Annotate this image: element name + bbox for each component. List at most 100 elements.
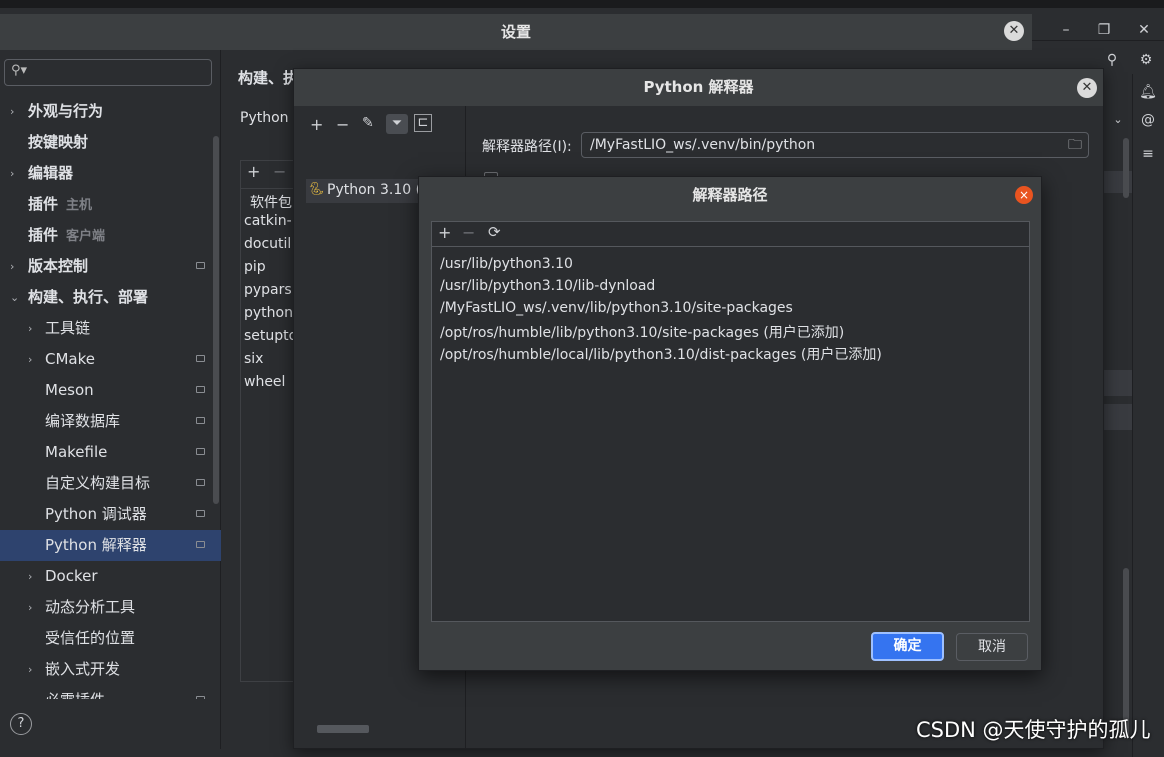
- path-list-item[interactable]: /MyFastLIO_ws/.venv/lib/python3.10/site-…: [440, 300, 793, 316]
- path-list-item[interactable]: /opt/ros/humble/local/lib/python3.10/dis…: [440, 344, 882, 364]
- sidebar-item[interactable]: › 嵌入式开发: [0, 654, 221, 685]
- remove-package-icon[interactable]: −: [273, 162, 286, 181]
- sidebar-item[interactable]: 插件 客户端: [0, 220, 221, 251]
- sidebar-item-label: 自定义构建目标: [45, 474, 151, 492]
- settings-search-input[interactable]: ⚲▾: [4, 59, 212, 86]
- chevron-right-icon[interactable]: ›: [28, 654, 32, 685]
- interpreter-close-icon[interactable]: ✕: [1077, 78, 1097, 98]
- sidebar-item[interactable]: › CMake: [0, 344, 221, 375]
- edit-icon[interactable]: ✎: [362, 115, 374, 131]
- sidebar-item[interactable]: › Docker: [0, 561, 221, 592]
- path-list-item[interactable]: /opt/ros/humble/lib/python3.10/site-pack…: [440, 322, 844, 342]
- window-close-icon[interactable]: ✕: [1132, 18, 1156, 42]
- sidebar-item-sublabel: 主机: [66, 198, 93, 213]
- database-icon[interactable]: ≡: [1136, 142, 1160, 166]
- package-row[interactable]: pyparsi: [244, 282, 294, 298]
- sidebar-item-label: 版本控制: [28, 257, 89, 275]
- refresh-icon[interactable]: ⟳: [488, 223, 501, 241]
- package-column-header: 软件包: [250, 195, 292, 211]
- package-row[interactable]: wheel: [244, 374, 294, 390]
- sidebar-item-label: Python 解释器: [45, 536, 147, 554]
- interpreter-dialog-title: Python 解释器: [294, 69, 1103, 106]
- chevron-right-icon[interactable]: ›: [28, 313, 32, 344]
- sidebar-item-label: 按键映射: [28, 133, 89, 151]
- maximize-icon[interactable]: ❐: [1092, 18, 1116, 42]
- sidebar-item[interactable]: 自定义构建目标: [0, 468, 221, 499]
- sidebar-item[interactable]: › 编辑器: [0, 158, 221, 189]
- sidebar-item[interactable]: 必需插件: [0, 685, 221, 699]
- sidebar-item-sublabel: 客户端: [66, 229, 106, 244]
- package-row[interactable]: six: [244, 351, 294, 367]
- tree-view-icon[interactable]: ⊏: [414, 114, 432, 132]
- ai-assistant-icon[interactable]: @: [1136, 108, 1160, 132]
- horizontal-scrollbar[interactable]: [317, 725, 369, 733]
- chevron-down-icon[interactable]: ⌄: [1106, 108, 1130, 132]
- sidebar-item[interactable]: Meson: [0, 375, 221, 406]
- sidebar-item-label: Makefile: [45, 443, 108, 461]
- project-level-icon: [196, 355, 205, 362]
- settings-close-icon[interactable]: ✕: [1004, 21, 1024, 41]
- sidebar-scrollbar[interactable]: [213, 136, 219, 504]
- project-level-icon: [196, 479, 205, 486]
- package-row[interactable]: pip: [244, 259, 294, 275]
- sidebar-item-label: Meson: [45, 381, 94, 399]
- project-level-icon: [196, 386, 205, 393]
- paths-toolbar: + − ⟳: [432, 222, 1029, 247]
- minimize-icon[interactable]: –: [1054, 18, 1078, 42]
- remove-path-icon[interactable]: −: [462, 223, 475, 242]
- sidebar-item[interactable]: › 工具链: [0, 313, 221, 344]
- python-icon: 🐍︎: [308, 182, 325, 197]
- sidebar-item-label: 编辑器: [28, 164, 74, 182]
- filter-icon[interactable]: ⏷: [386, 114, 408, 134]
- settings-title: 设置: [0, 14, 1032, 50]
- notifications-icon[interactable]: 🔔︎: [1136, 80, 1160, 104]
- sidebar-item-label: Python 调试器: [45, 505, 147, 523]
- help-icon[interactable]: ?: [10, 713, 32, 735]
- sidebar-item-label: CMake: [45, 350, 95, 368]
- sidebar-item[interactable]: Makefile: [0, 437, 221, 468]
- sidebar-item-label: 构建、执行、部署: [28, 288, 149, 306]
- package-row[interactable]: setupto: [244, 328, 294, 344]
- sidebar-item[interactable]: 按键映射: [0, 127, 221, 158]
- sidebar-item[interactable]: › 版本控制: [0, 251, 221, 282]
- paths-dialog-title: 解释器路径: [692, 186, 768, 204]
- folder-icon[interactable]: 🗀︎: [1068, 133, 1082, 157]
- sidebar-item-label: 工具链: [45, 319, 91, 337]
- chevron-right-icon[interactable]: ›: [28, 592, 32, 623]
- chevron-right-icon[interactable]: ›: [10, 251, 14, 282]
- add-interpreter-icon[interactable]: +: [310, 115, 323, 134]
- sidebar-item[interactable]: › 外观与行为: [0, 96, 221, 127]
- project-level-icon: [196, 262, 205, 269]
- sidebar-item[interactable]: Python 调试器: [0, 499, 221, 530]
- paths-cancel-button[interactable]: 取消: [956, 633, 1028, 661]
- paths-ok-button[interactable]: 确定: [871, 632, 944, 661]
- sidebar-item[interactable]: 受信任的位置: [0, 623, 221, 654]
- gear-icon[interactable]: ⚙: [1134, 48, 1158, 72]
- watermark: CSDN @天使守护的孤儿: [916, 718, 1151, 742]
- sidebar-item[interactable]: 插件 主机: [0, 189, 221, 220]
- add-path-icon[interactable]: +: [438, 223, 451, 242]
- package-row[interactable]: python: [244, 305, 294, 321]
- sidebar-item[interactable]: › 动态分析工具: [0, 592, 221, 623]
- sidebar-item[interactable]: 编译数据库: [0, 406, 221, 437]
- sidebar-item[interactable]: ⌄ 构建、执行、部署: [0, 282, 221, 313]
- interpreter-path-field[interactable]: /MyFastLIO_ws/.venv/bin/python 🗀︎: [581, 132, 1089, 158]
- path-list-item[interactable]: /usr/lib/python3.10/lib-dynload: [440, 278, 655, 294]
- chevron-right-icon[interactable]: ›: [28, 561, 32, 592]
- chevron-right-icon[interactable]: ›: [28, 344, 32, 375]
- add-package-icon[interactable]: +: [247, 162, 260, 181]
- breadcrumb: 构建、执: [238, 69, 299, 87]
- paths-close-icon[interactable]: ×: [1015, 186, 1033, 204]
- interpreter-path-value: /MyFastLIO_ws/.venv/bin/python: [590, 137, 816, 153]
- package-row[interactable]: catkin-p: [244, 213, 294, 229]
- chevron-right-icon[interactable]: ›: [10, 158, 14, 189]
- remove-interpreter-icon[interactable]: −: [336, 115, 349, 134]
- sidebar-item-label: 嵌入式开发: [45, 660, 121, 678]
- chevron-down-icon[interactable]: ⌄: [10, 282, 19, 313]
- paths-list: + − ⟳ /usr/lib/python3.10/usr/lib/python…: [431, 221, 1030, 622]
- path-list-item[interactable]: /usr/lib/python3.10: [440, 256, 573, 272]
- package-row[interactable]: docutil: [244, 236, 294, 252]
- chevron-right-icon[interactable]: ›: [10, 96, 14, 127]
- sidebar-item-label: 外观与行为: [28, 102, 104, 120]
- sidebar-item[interactable]: Python 解释器: [0, 530, 221, 561]
